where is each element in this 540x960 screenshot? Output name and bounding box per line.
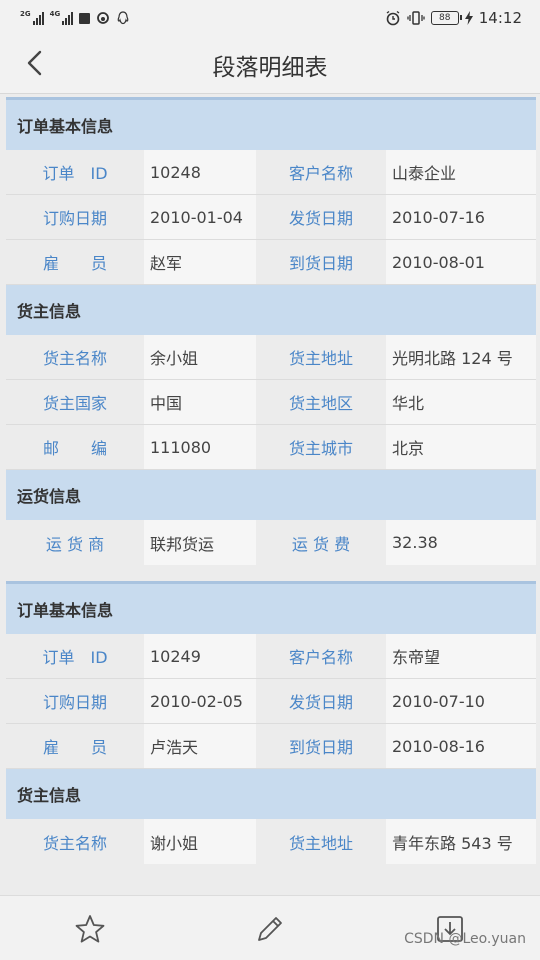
field-label: 订购日期 — [6, 195, 144, 239]
field-value: 东帝望 — [386, 634, 536, 678]
field-label: 客户名称 — [256, 634, 386, 678]
field-label: 货主名称 — [6, 335, 144, 379]
clock: 14:12 — [478, 9, 522, 27]
charging-icon — [464, 11, 473, 25]
star-icon — [75, 915, 105, 943]
field-label: 货主名称 — [6, 819, 144, 864]
qq-icon — [117, 11, 129, 25]
field-value: 111080 — [144, 425, 256, 469]
signal-icon-2: 4G — [50, 11, 74, 25]
field-label: 货主地址 — [256, 819, 386, 864]
signal-icon: 2G — [20, 11, 44, 25]
table-row: 订购日期 2010-02-05 发货日期 2010-07-10 — [6, 679, 536, 724]
field-label: 订单 ID — [6, 634, 144, 678]
table-row: 订单 ID 10249 客户名称 东帝望 — [6, 634, 536, 679]
table-row: 雇 员 赵军 到货日期 2010-08-01 — [6, 240, 536, 285]
field-label: 货主地区 — [256, 380, 386, 424]
network-type-2: 4G — [49, 10, 61, 18]
table-row: 雇 员 卢浩天 到货日期 2010-08-16 — [6, 724, 536, 769]
field-value: 10248 — [144, 150, 256, 194]
field-label: 运 货 费 — [256, 520, 386, 565]
bottom-toolbar: CSDN @Leo.yuan — [0, 895, 540, 960]
order-card-2: 订单基本信息 订单 ID 10249 客户名称 东帝望 订购日期 2010-02… — [6, 581, 536, 864]
field-value: 10249 — [144, 634, 256, 678]
field-label: 货主城市 — [256, 425, 386, 469]
field-value: 2010-08-16 — [386, 724, 536, 768]
page-title: 段落明细表 — [212, 55, 328, 81]
favorite-button[interactable] — [73, 912, 107, 946]
field-label: 邮 编 — [6, 425, 144, 469]
section-header: 运货信息 — [6, 470, 536, 520]
field-label: 雇 员 — [6, 724, 144, 768]
status-bar: 2G 4G 88 14:12 — [0, 0, 540, 36]
field-value: 谢小姐 — [144, 819, 256, 864]
field-label: 发货日期 — [256, 679, 386, 723]
section-header: 订单基本信息 — [6, 584, 536, 634]
notification-icon — [79, 12, 91, 24]
field-value: 2010-08-01 — [386, 240, 536, 284]
field-label: 发货日期 — [256, 195, 386, 239]
section-header: 货主信息 — [6, 285, 536, 335]
field-label: 货主国家 — [6, 380, 144, 424]
table-row: 货主名称 余小姐 货主地址 光明北路 124 号 — [6, 335, 536, 380]
field-label: 客户名称 — [256, 150, 386, 194]
field-value: 余小姐 — [144, 335, 256, 379]
alarm-icon — [386, 10, 400, 26]
field-value: 2010-01-04 — [144, 195, 256, 239]
order-card-1: 订单基本信息 订单 ID 10248 客户名称 山泰企业 订购日期 2010-0… — [6, 97, 536, 565]
network-type-1: 2G — [20, 10, 31, 18]
field-value: 32.38 — [386, 520, 536, 565]
field-label: 订单 ID — [6, 150, 144, 194]
table-row: 运 货 商 联邦货运 运 货 费 32.38 — [6, 520, 536, 565]
field-label: 订购日期 — [6, 679, 144, 723]
battery-level: 88 — [439, 13, 451, 23]
watermark: CSDN @Leo.yuan — [404, 931, 526, 947]
field-label: 到货日期 — [256, 240, 386, 284]
field-value: 2010-02-05 — [144, 679, 256, 723]
section-header: 货主信息 — [6, 769, 536, 819]
nav-bar: 段落明细表 — [0, 36, 540, 94]
weibo-icon — [97, 12, 110, 24]
field-label: 到货日期 — [256, 724, 386, 768]
vibrate-icon — [407, 11, 425, 25]
table-row: 货主国家 中国 货主地区 华北 — [6, 380, 536, 425]
field-label: 运 货 商 — [6, 520, 144, 565]
section-header: 订单基本信息 — [6, 100, 536, 150]
field-value: 华北 — [386, 380, 536, 424]
field-value: 联邦货运 — [144, 520, 256, 565]
report-content[interactable]: 订单基本信息 订单 ID 10248 客户名称 山泰企业 订购日期 2010-0… — [6, 97, 536, 895]
field-value: 光明北路 124 号 — [386, 335, 536, 379]
table-row: 邮 编 111080 货主城市 北京 — [6, 425, 536, 470]
field-value: 2010-07-10 — [386, 679, 536, 723]
field-label: 雇 员 — [6, 240, 144, 284]
field-value: 山泰企业 — [386, 150, 536, 194]
pencil-icon — [258, 917, 282, 941]
field-value: 赵军 — [144, 240, 256, 284]
table-row: 货主名称 谢小姐 货主地址 青年东路 543 号 — [6, 819, 536, 864]
field-label: 货主地址 — [256, 335, 386, 379]
field-value: 卢浩天 — [144, 724, 256, 768]
edit-button[interactable] — [253, 912, 287, 946]
battery-icon: 88 — [430, 11, 462, 25]
field-value: 青年东路 543 号 — [386, 819, 536, 864]
field-value: 中国 — [144, 380, 256, 424]
table-row: 订购日期 2010-01-04 发货日期 2010-07-16 — [6, 195, 536, 240]
field-value: 北京 — [386, 425, 536, 469]
field-value: 2010-07-16 — [386, 195, 536, 239]
table-row: 订单 ID 10248 客户名称 山泰企业 — [6, 150, 536, 195]
